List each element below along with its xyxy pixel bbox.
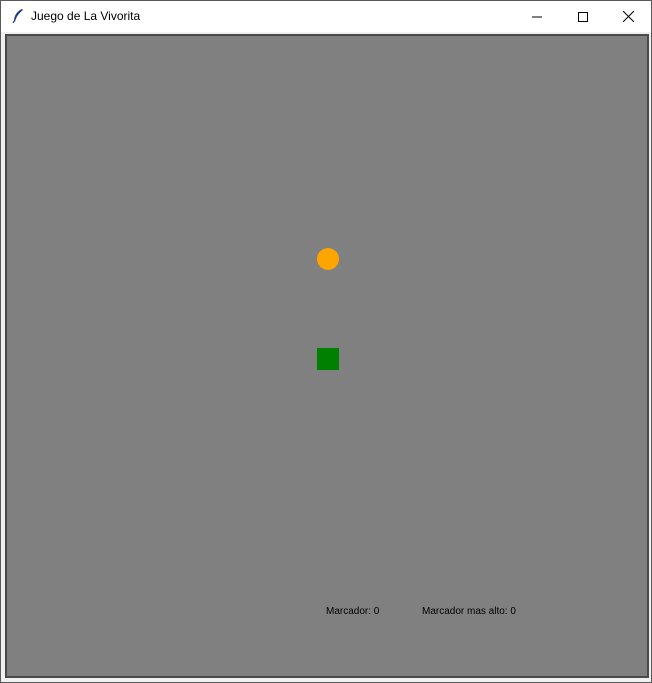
feather-icon xyxy=(11,8,25,24)
app-window: Juego de La Vivorita Marcador: 0 Marcado… xyxy=(0,0,652,683)
snake-head xyxy=(317,348,339,370)
title-bar[interactable]: Juego de La Vivorita xyxy=(1,1,651,32)
window-title: Juego de La Vivorita xyxy=(31,9,141,23)
minimize-button[interactable] xyxy=(514,1,560,32)
maximize-icon xyxy=(578,11,588,22)
maximize-button[interactable] xyxy=(560,1,606,32)
high-score-label: Marcador mas alto: 0 xyxy=(422,606,516,617)
food-item xyxy=(317,248,339,270)
score-label: Marcador: 0 xyxy=(326,606,380,617)
minimize-icon xyxy=(532,12,542,22)
window-client-area: Marcador: 0 Marcador mas alto: 0 xyxy=(4,33,650,681)
game-canvas[interactable]: Marcador: 0 Marcador mas alto: 0 xyxy=(5,34,649,678)
close-icon xyxy=(622,11,634,22)
close-button[interactable] xyxy=(605,1,651,32)
